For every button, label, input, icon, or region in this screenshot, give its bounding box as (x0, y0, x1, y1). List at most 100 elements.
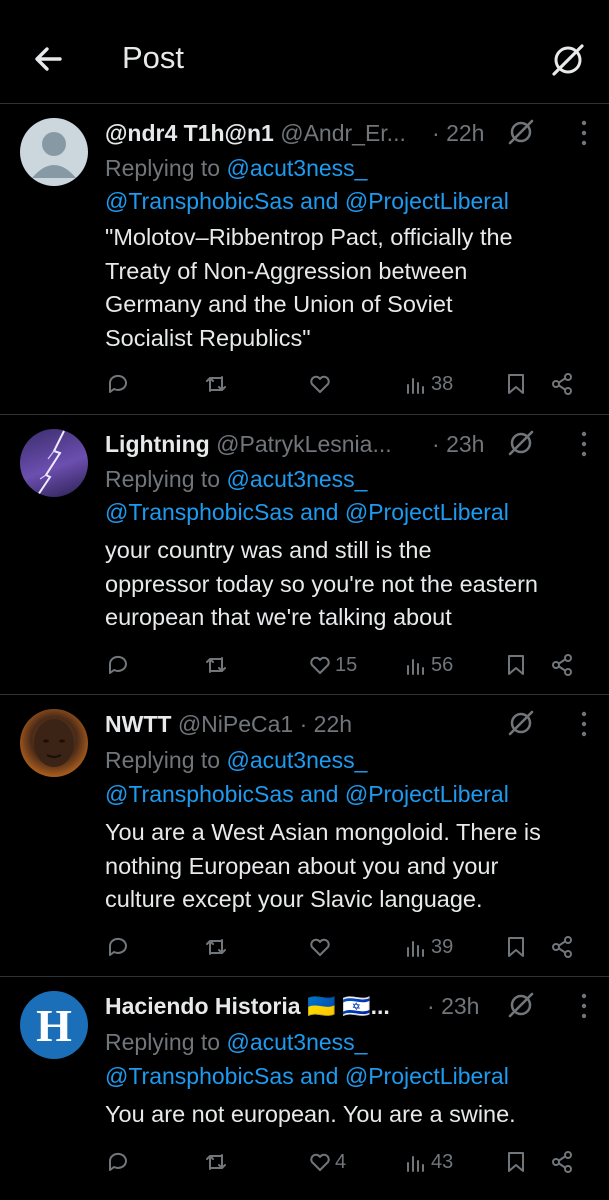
post-header: Haciendo Historia 🇺🇦 🇮🇱... (105, 990, 427, 1022)
reply-button[interactable] (105, 649, 131, 681)
share-button[interactable] (549, 649, 575, 681)
reply-icon (108, 374, 127, 393)
views-icon (407, 659, 424, 675)
bookmark-button[interactable] (503, 368, 529, 400)
mention-link[interactable]: @acut3ness_ (226, 747, 367, 773)
person-photo (34, 719, 74, 767)
views-button[interactable]: 39 (403, 931, 453, 963)
grok-icon[interactable] (548, 40, 588, 80)
post-text: "Molotov–Ribbentrop Pact, officially the… (105, 224, 513, 351)
heart-icon (310, 938, 330, 956)
post-time: · 23h (427, 993, 480, 1019)
action-bar: 15 56 (105, 649, 590, 681)
avatar[interactable] (20, 118, 88, 186)
mention-line: @TransphobicSas and @ProjectLiberal (105, 188, 509, 214)
h-logo: H (36, 999, 72, 1051)
mention-link[interactable]: @acut3ness_ (226, 1029, 367, 1055)
bookmark-button[interactable] (503, 1146, 529, 1178)
avatar[interactable]: H (20, 991, 88, 1059)
views-button[interactable]: 38 (403, 368, 453, 400)
user-handle[interactable]: @Andr_Er... (280, 120, 406, 146)
mention-link[interactable]: @ProjectLiberal (345, 1063, 509, 1089)
back-arrow-icon[interactable] (30, 40, 68, 78)
more-options-icon[interactable] (577, 429, 591, 459)
mention-link[interactable]: @TransphobicSas (105, 1063, 294, 1089)
bookmark-icon (508, 1152, 524, 1172)
views-icon (407, 378, 424, 394)
repost-icon (206, 1154, 226, 1170)
mention-link[interactable]: @ProjectLiberal (345, 188, 509, 214)
grok-icon[interactable] (505, 989, 537, 1021)
reply-button[interactable] (105, 368, 131, 400)
default-avatar-icon (32, 132, 76, 178)
mention-line: @TransphobicSas and @ProjectLiberal (105, 781, 509, 807)
replying-to: Replying to @acut3ness_ (105, 155, 368, 181)
grok-icon[interactable] (505, 707, 537, 739)
display-name[interactable]: Haciendo Historia (105, 993, 301, 1019)
mention-link[interactable]: @acut3ness_ (226, 466, 367, 492)
post-text: You are a West Asian mongoloid. There is… (105, 819, 541, 912)
repost-button[interactable] (203, 368, 229, 400)
like-button[interactable] (307, 368, 335, 400)
replying-to: Replying to @acut3ness_ (105, 747, 368, 773)
views-button[interactable]: 56 (403, 649, 453, 681)
bookmark-button[interactable] (503, 649, 529, 681)
mention-link[interactable]: @TransphobicSas (105, 499, 294, 525)
like-button[interactable] (307, 931, 335, 963)
share-icon (552, 373, 572, 395)
display-name[interactable]: @ndr4 T1h@n1 (105, 120, 274, 146)
replying-to: Replying to @acut3ness_ (105, 466, 368, 492)
reply-icon (108, 655, 127, 674)
mention-link[interactable]: @ProjectLiberal (345, 499, 509, 525)
reply-post[interactable]: NWTT @NiPeCa1 · 22h Replying to @acut3ne… (0, 695, 609, 977)
like-button[interactable]: 4 (307, 1146, 346, 1178)
more-options-icon[interactable] (577, 991, 591, 1021)
reply-post[interactable]: Lightning @PatrykLesnia... · 23h Replyin… (0, 415, 609, 695)
mention-link[interactable]: @acut3ness_ (226, 155, 367, 181)
share-button[interactable] (549, 931, 575, 963)
more-options-icon[interactable] (577, 709, 591, 739)
repost-button[interactable] (203, 931, 229, 963)
replying-to: Replying to @acut3ness_ (105, 1029, 368, 1055)
post-text: your country was and still is the oppres… (105, 537, 538, 630)
share-button[interactable] (549, 368, 575, 400)
grok-icon[interactable] (505, 116, 537, 148)
reply-icon (108, 937, 127, 956)
views-button[interactable]: 43 (403, 1146, 453, 1178)
mention-link[interactable]: @TransphobicSas (105, 781, 294, 807)
reply-post[interactable]: H Haciendo Historia 🇺🇦 🇮🇱... · 23h Reply… (0, 977, 609, 1200)
display-name[interactable]: Lightning (105, 431, 210, 457)
action-bar: 39 (105, 931, 590, 963)
share-icon (552, 654, 572, 676)
mention-line: @TransphobicSas and @ProjectLiberal (105, 1063, 509, 1089)
share-icon (552, 1151, 572, 1173)
repost-button[interactable] (203, 1146, 229, 1178)
repost-icon (206, 939, 226, 955)
mention-link[interactable]: @ProjectLiberal (345, 781, 509, 807)
reply-button[interactable] (105, 931, 131, 963)
grok-icon[interactable] (505, 427, 537, 459)
user-handle[interactable]: @NiPeCa1 (178, 711, 293, 737)
avatar[interactable] (20, 709, 88, 777)
like-button[interactable]: 15 (307, 649, 357, 681)
action-bar: 38 (105, 368, 590, 400)
bookmark-button[interactable] (503, 931, 529, 963)
display-name[interactable]: NWTT (105, 711, 171, 737)
page-title: Post (122, 40, 185, 75)
bookmark-icon (508, 937, 524, 957)
reply-post[interactable]: @ndr4 T1h@n1 @Andr_Er... · 22h Replying … (0, 104, 609, 415)
mention-link[interactable]: @TransphobicSas (105, 188, 294, 214)
post-text: You are not european. You are a swine. (105, 1101, 516, 1127)
repost-button[interactable] (203, 649, 229, 681)
views-icon (407, 941, 424, 957)
more-options-icon[interactable] (577, 118, 591, 148)
repost-icon (206, 376, 226, 392)
reply-button[interactable] (105, 1146, 131, 1178)
share-button[interactable] (549, 1146, 575, 1178)
bookmark-icon (508, 655, 524, 675)
share-icon (552, 936, 572, 958)
avatar[interactable] (20, 429, 88, 497)
user-handle[interactable]: @PatrykLesnia... (216, 431, 391, 457)
repost-icon (206, 657, 226, 673)
mention-line: @TransphobicSas and @ProjectLiberal (105, 499, 509, 525)
